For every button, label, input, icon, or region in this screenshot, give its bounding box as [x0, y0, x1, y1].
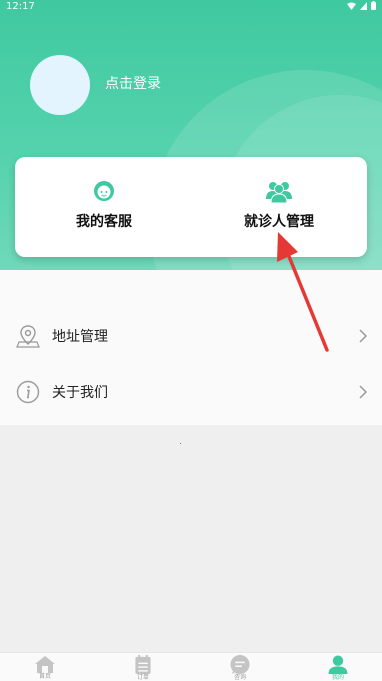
- login-link[interactable]: 点击登录: [105, 73, 161, 93]
- menu-item-address[interactable]: 地址管理: [0, 308, 382, 364]
- wifi-icon: [347, 2, 356, 10]
- chevron-right-icon: [359, 385, 368, 399]
- battery-icon: [371, 1, 376, 10]
- tab-profile[interactable]: 我的: [308, 653, 368, 681]
- patients-icon: [266, 182, 292, 203]
- customer-service-label: 我的客服: [76, 214, 132, 230]
- status-icons: [347, 1, 376, 10]
- chevron-right-icon: [359, 329, 368, 343]
- location-pin-icon: [16, 325, 40, 348]
- tab-consult[interactable]: 咨询: [210, 653, 270, 681]
- avatar[interactable]: [30, 55, 90, 115]
- status-time: 12:17: [6, 1, 35, 12]
- info-icon: [16, 380, 40, 404]
- signal-icon: [360, 1, 367, 10]
- customer-service-icon: [94, 181, 114, 201]
- menu-item-label: 地址管理: [52, 329, 108, 345]
- menu-item-about[interactable]: 关于我们: [0, 364, 382, 420]
- status-bar: 12:17: [0, 0, 382, 14]
- menu-item-label: 关于我们: [52, 385, 108, 401]
- tab-orders[interactable]: 订单: [113, 653, 173, 681]
- customer-service-button[interactable]: 我的客服: [44, 179, 164, 231]
- tab-home[interactable]: 首页: [15, 653, 75, 681]
- quick-actions-card: 我的客服 就诊人管理: [15, 157, 367, 257]
- decorative-dot: [180, 443, 181, 444]
- tab-bar: 首页 订单 咨询 我的: [0, 652, 382, 681]
- patient-management-label: 就诊人管理: [244, 214, 314, 230]
- tab-label: 首页: [38, 673, 51, 680]
- patient-management-button[interactable]: 就诊人管理: [219, 179, 339, 231]
